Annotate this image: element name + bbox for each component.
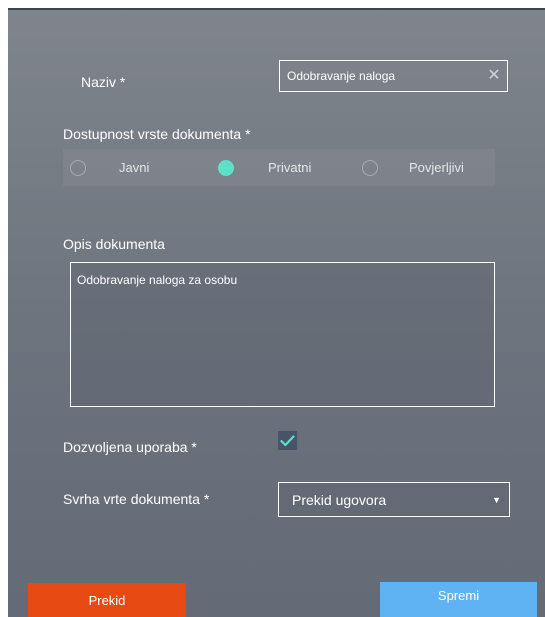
radio-checked-icon[interactable] — [218, 159, 234, 176]
document-type-form: Naziv * Odobravanje naloga ✕ Dostupnost … — [8, 8, 545, 617]
access-radio-group: Javni Privatni Povjerljivi — [63, 149, 495, 186]
caret-down-icon[interactable]: ▼ — [492, 495, 509, 505]
radio-option-privatni[interactable]: Privatni — [218, 149, 311, 186]
save-button[interactable]: Spremi — [380, 582, 537, 617]
name-input-value[interactable]: Odobravanje naloga — [280, 69, 481, 83]
name-label: Naziv * — [81, 74, 126, 90]
radio-unchecked-icon[interactable] — [362, 159, 378, 176]
allowed-use-checkbox[interactable] — [278, 431, 297, 450]
cancel-button[interactable]: Prekid — [28, 583, 186, 617]
name-input[interactable]: Odobravanje naloga ✕ — [279, 60, 508, 92]
close-icon[interactable]: ✕ — [481, 61, 507, 91]
radio-label-javni[interactable]: Javni — [119, 160, 149, 175]
top-border — [8, 8, 545, 10]
radio-label-privatni[interactable]: Privatni — [268, 160, 311, 175]
access-label: Dostupnost vrste dokumenta * — [63, 126, 251, 142]
purpose-select[interactable]: Prekid ugovora ▼ — [278, 482, 510, 517]
checkmark-icon — [280, 434, 295, 446]
radio-option-povjerljivi[interactable]: Povjerljivi — [362, 149, 464, 186]
radio-option-javni[interactable]: Javni — [70, 149, 149, 186]
description-textarea[interactable]: Odobravanje naloga za osobu — [70, 262, 495, 407]
radio-label-povjerljivi[interactable]: Povjerljivi — [409, 160, 464, 175]
purpose-label: Svrha vrte dokumenta * — [63, 491, 210, 507]
radio-unchecked-icon[interactable] — [70, 159, 86, 176]
allowed-use-label: Dozvoljena uporaba * — [63, 439, 197, 455]
description-label: Opis dokumenta — [63, 236, 165, 252]
purpose-select-value[interactable]: Prekid ugovora — [279, 492, 386, 508]
